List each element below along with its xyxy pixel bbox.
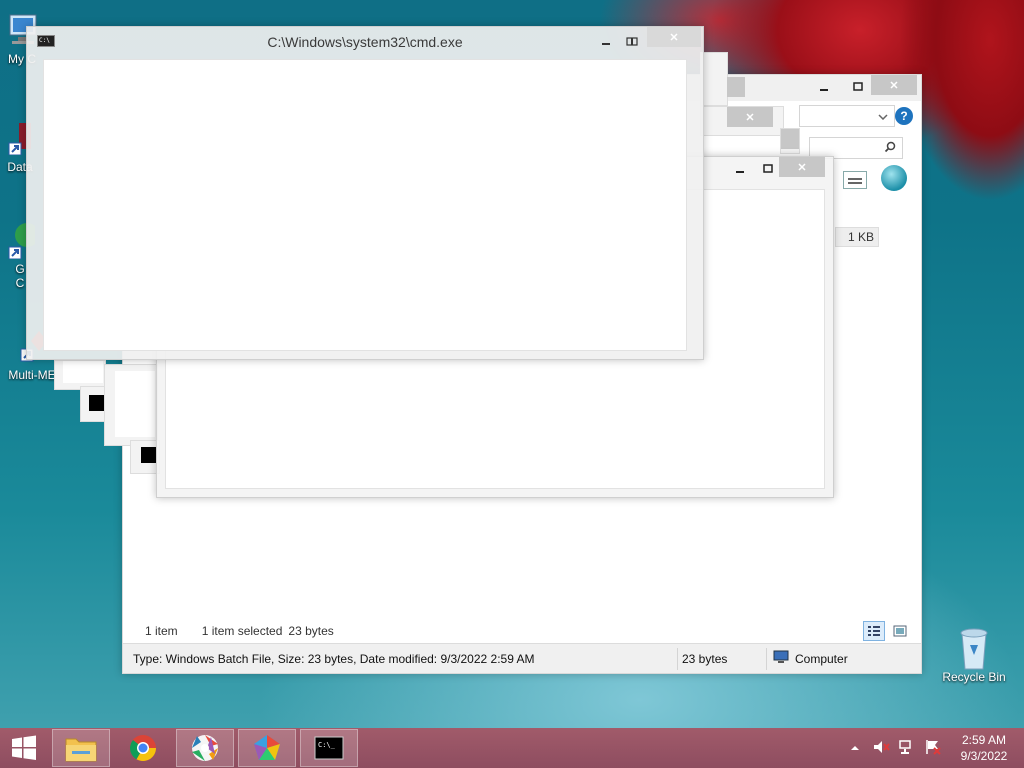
svg-text:C:\_: C:\_ [318, 741, 336, 749]
cmd-icon: C:\_ [314, 736, 344, 760]
aperture-app-icon [192, 735, 218, 761]
folder-icon [65, 738, 97, 762]
details-text: Type: Windows Batch File, Size: 23 bytes… [133, 651, 535, 666]
maximize-button[interactable] [621, 31, 643, 51]
background-window-frame [700, 52, 745, 106]
taskbar-chrome[interactable] [114, 729, 172, 767]
action-center-flag-icon[interactable] [924, 739, 942, 758]
desktop-icon-label: Multi-ME [8, 368, 56, 382]
multi-me-icon [254, 735, 280, 760]
chevron-down-icon[interactable] [878, 109, 888, 123]
taskbar-file-explorer[interactable] [52, 729, 110, 767]
background-window-frame [700, 106, 784, 136]
windows-logo-icon [12, 735, 36, 760]
address-bar[interactable] [799, 105, 895, 127]
cmd-title-icon [89, 395, 105, 411]
chevron-up-icon[interactable] [850, 741, 860, 755]
file-size-cell: 1 KB [835, 227, 879, 247]
minimize-button[interactable] [813, 77, 835, 97]
desktop-icon-label: Recycle Bin [942, 670, 1006, 684]
desktop-icon-label: G C [15, 262, 25, 290]
desktop-icon-recycle-bin[interactable]: Recycle Bin [938, 628, 1010, 684]
background-window-frame [104, 364, 158, 446]
large-icons-view-button[interactable] [889, 621, 911, 641]
close-button[interactable] [779, 157, 825, 177]
clock-time: 2:59 AM [961, 733, 1007, 747]
taskbar-app-multi-me[interactable] [238, 729, 296, 767]
cmd-title-icon [141, 447, 157, 463]
item-count: 1 item [145, 624, 178, 638]
recycle-bin-icon [954, 628, 994, 670]
status-bar: 1 item 1 item selected 23 bytes [133, 619, 911, 643]
search-icon [884, 141, 896, 156]
clock-date: 9/3/2022 [960, 749, 1008, 763]
maximize-button[interactable] [847, 77, 869, 97]
desktop: My C Data G C Multi-ME Recycle Bin ? 1 K… [0, 0, 1024, 728]
selected-size: 23 bytes [288, 624, 334, 638]
volume-muted-icon[interactable] [872, 739, 890, 758]
console-area[interactable] [43, 59, 687, 351]
system-tray: 2:59 AM 9/3/2022 [850, 728, 1024, 768]
taskbar: C:\_ 2:59 AM 9/3/2022 [0, 728, 1024, 768]
help-icon[interactable]: ? [895, 107, 913, 125]
clock[interactable]: 2:59 AM 9/3/2022 [952, 732, 1016, 764]
start-button[interactable] [0, 729, 48, 767]
cmd-window-cmd-exe[interactable]: C:\ C:\Windows\system32\cmd.exe [26, 26, 704, 360]
details-size: 23 bytes [682, 651, 728, 666]
selected-count: 1 item selected [201, 624, 283, 638]
close-button[interactable] [871, 75, 917, 95]
minimize-button[interactable] [595, 31, 617, 51]
details-location: Computer [795, 651, 848, 666]
network-icon[interactable] [898, 739, 916, 758]
details-view-button[interactable] [863, 621, 885, 641]
background-window-frame [780, 128, 800, 154]
chrome-icon [129, 735, 157, 762]
maximize-button[interactable] [757, 159, 779, 179]
preview-pane-icon[interactable] [843, 171, 867, 189]
close-button[interactable] [727, 77, 745, 97]
details-bar: Type: Windows Batch File, Size: 23 bytes… [123, 643, 921, 673]
minimize-button[interactable] [729, 159, 751, 179]
taskbar-cmd[interactable]: C:\_ [300, 729, 358, 767]
taskbar-app-aperture[interactable] [176, 729, 234, 767]
computer-icon [773, 650, 789, 667]
close-button[interactable] [647, 27, 701, 47]
close-button[interactable] [727, 107, 773, 127]
globe-icon[interactable] [881, 165, 907, 191]
